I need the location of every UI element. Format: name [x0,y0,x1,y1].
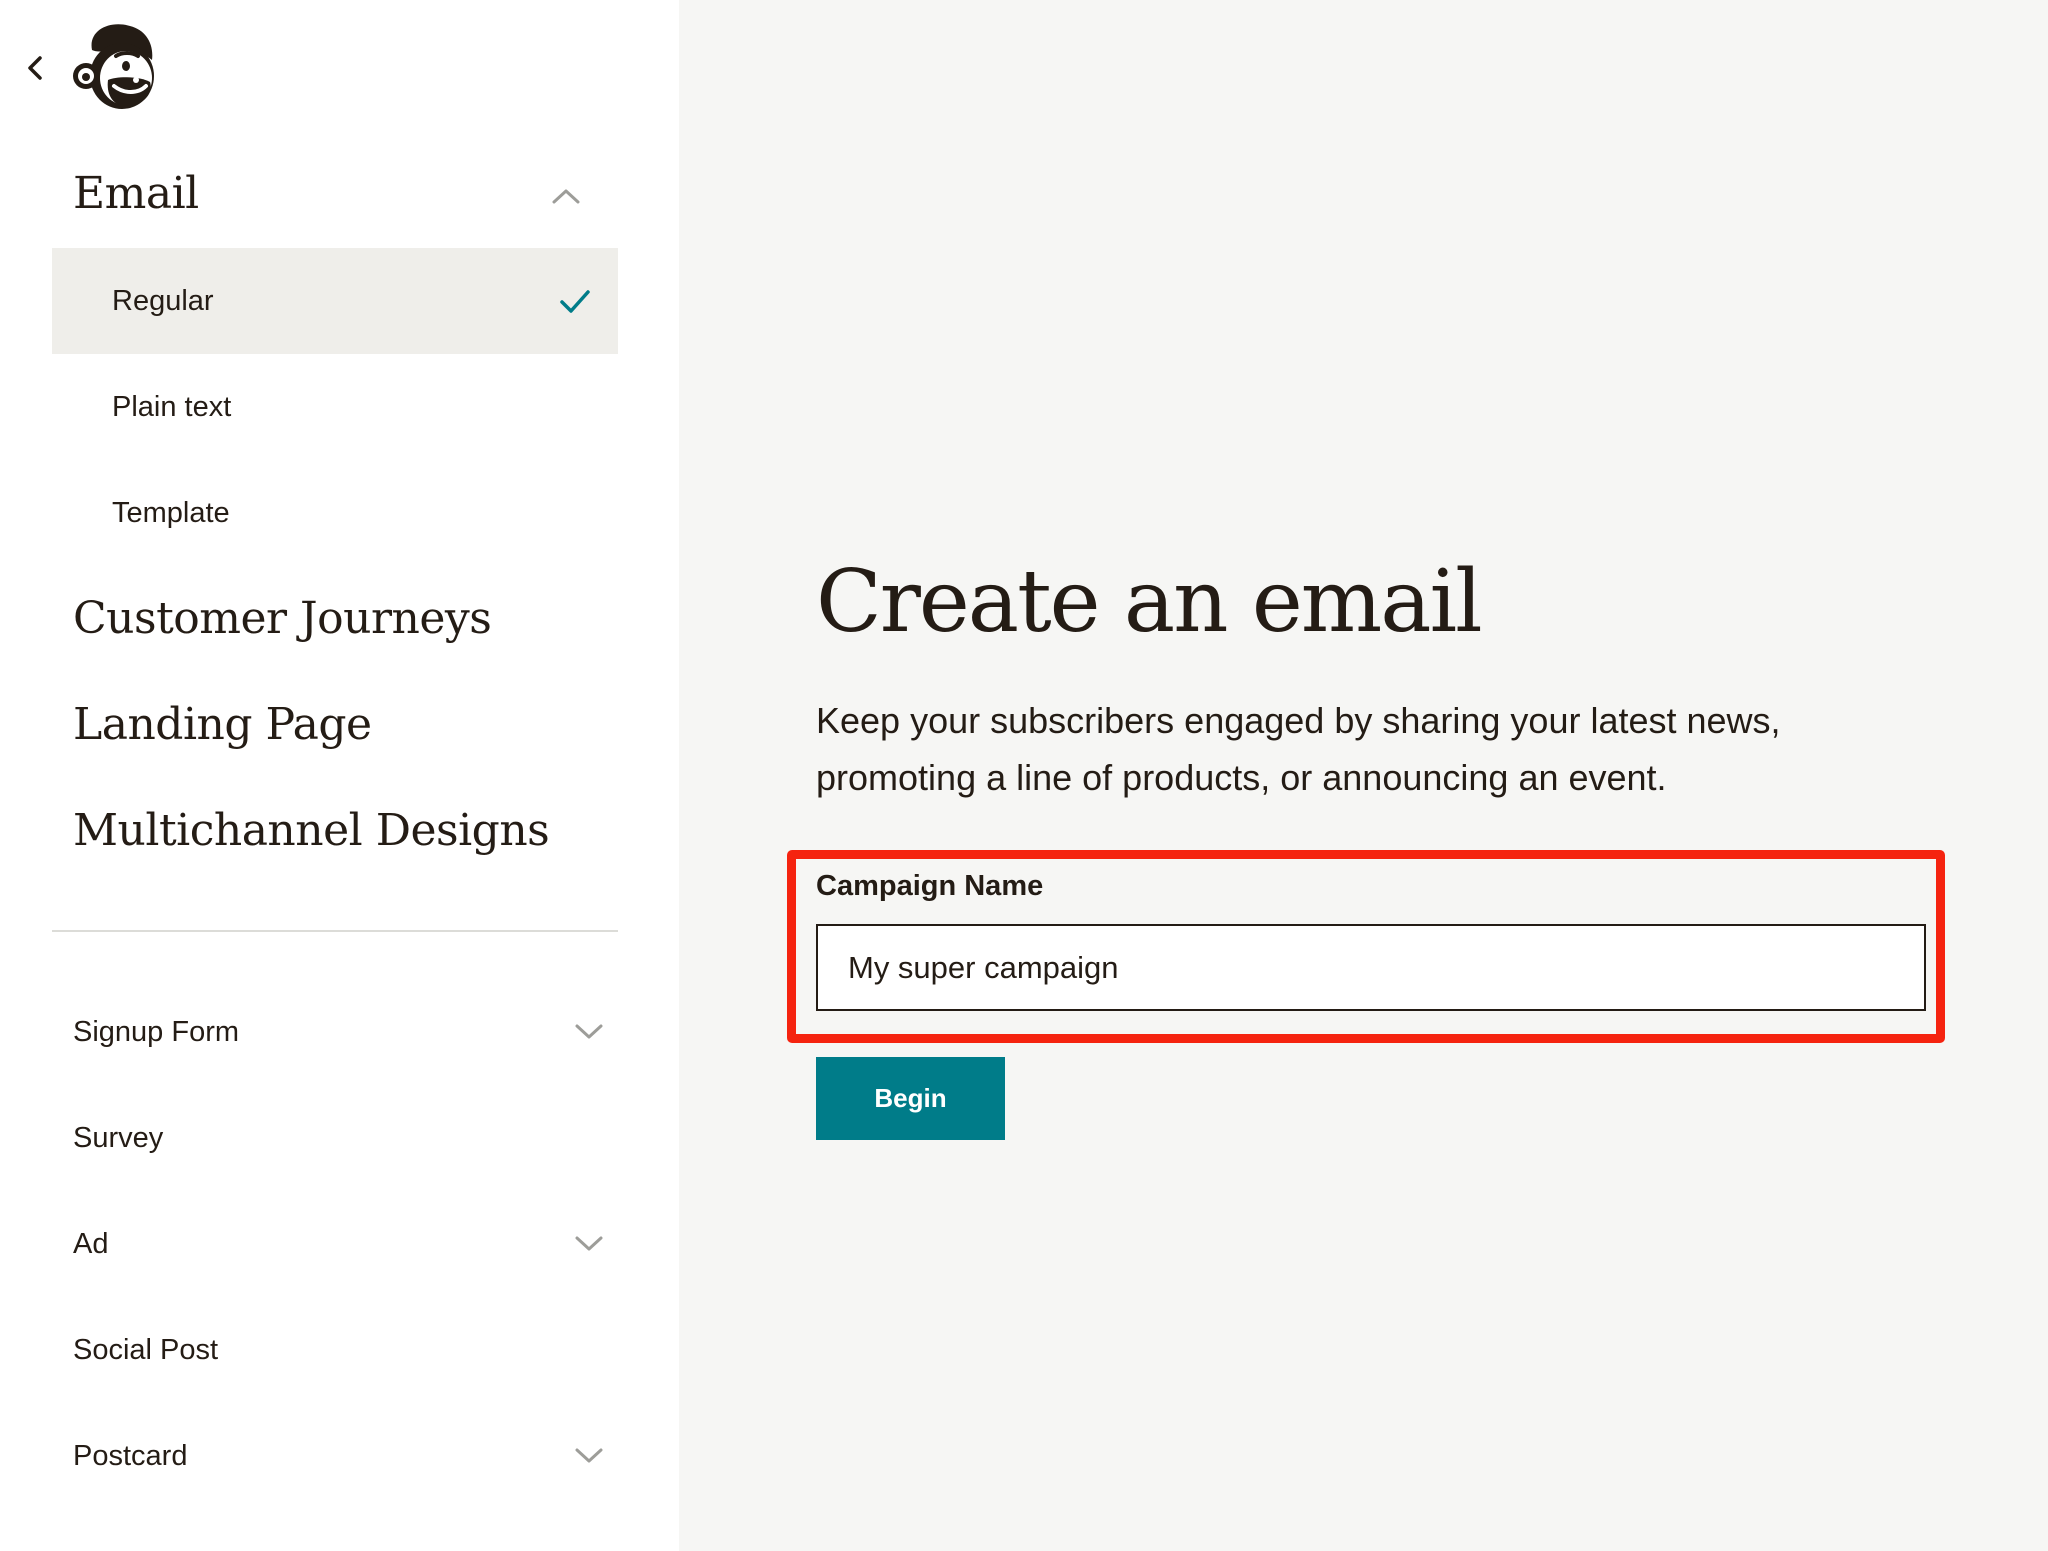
sidebar-item-template[interactable]: Template [52,460,618,566]
sidebar-item-ad-label: Ad [73,1227,109,1260]
main-panel: Create an email Keep your subscribers en… [679,0,2048,1551]
sidebar-item-survey-label: Survey [73,1121,164,1154]
mailchimp-freddie-logo [73,24,154,109]
sidebar-divider [52,930,618,932]
page-title: Create an email [816,552,1483,652]
nav-section-multichannel-designs[interactable]: Multichannel Designs [73,805,550,856]
sidebar-item-regular-label: Regular [112,284,214,317]
sidebar: Email Regular Plain text Template Custom… [0,0,679,1551]
chevron-down-icon [575,1236,603,1251]
sidebar-item-signup-form-label: Signup Form [73,1015,240,1048]
nav-section-email[interactable]: Email [73,168,199,219]
sidebar-item-plain-text-label: Plain text [112,390,232,423]
page-description: Keep your subscribers engaged by sharing… [816,700,1781,798]
nav-section-email-label: Email [73,168,199,219]
nav-section-landing-page[interactable]: Landing Page [73,699,372,750]
campaign-name-label: Campaign Name [816,870,1044,902]
chevron-down-icon [575,1448,603,1463]
sidebar-item-regular[interactable]: Regular [52,248,618,354]
checkmark-icon [560,290,590,313]
expand-ad-button[interactable] [571,1226,607,1262]
campaign-name-input[interactable] [816,924,1926,1011]
sidebar-item-ad[interactable]: Ad [73,1214,603,1274]
expand-signup-form-button[interactable] [571,1014,607,1050]
sidebar-item-plain-text[interactable]: Plain text [52,354,618,460]
nav-section-multichannel-designs-label: Multichannel Designs [73,805,550,856]
back-button[interactable] [20,50,50,86]
sidebar-item-postcard-label: Postcard [73,1439,188,1472]
nav-section-customer-journeys-label: Customer Journeys [73,593,492,644]
nav-section-customer-journeys[interactable]: Customer Journeys [73,593,492,644]
sidebar-item-postcard[interactable]: Postcard [73,1426,603,1486]
sidebar-item-template-label: Template [112,496,230,529]
collapse-email-button[interactable] [548,178,584,214]
sidebar-item-signup-form[interactable]: Signup Form [73,1002,603,1062]
sidebar-item-social-post[interactable]: Social Post [73,1320,593,1380]
nav-section-landing-page-label: Landing Page [73,699,372,750]
chevron-left-icon [28,56,42,80]
sidebar-item-social-post-label: Social Post [73,1333,219,1366]
chevron-up-icon [552,189,580,204]
sidebar-item-survey[interactable]: Survey [73,1108,593,1168]
expand-postcard-button[interactable] [571,1438,607,1474]
begin-button[interactable]: Begin [816,1057,1005,1140]
chevron-down-icon [575,1024,603,1039]
app-root: Email Regular Plain text Template Custom… [0,0,2048,1551]
